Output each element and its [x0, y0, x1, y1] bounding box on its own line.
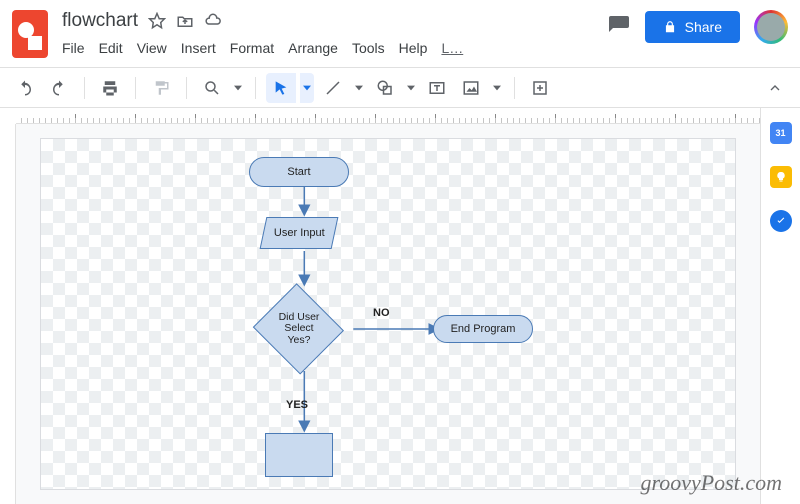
menu-insert[interactable]: Insert	[181, 40, 216, 56]
tasks-addon-icon[interactable]	[770, 210, 792, 232]
menu-edit[interactable]: Edit	[99, 40, 123, 56]
drawing-canvas[interactable]: Start User Input Did User Select Yes? NO…	[40, 138, 736, 490]
select-tool-dropdown[interactable]	[300, 73, 314, 103]
insert-comment-button[interactable]	[525, 73, 555, 103]
document-title[interactable]: flowchart	[62, 10, 138, 32]
lock-icon	[663, 20, 677, 34]
line-tool-dropdown[interactable]	[352, 73, 366, 103]
comments-icon[interactable]	[607, 14, 631, 41]
horizontal-ruler[interactable]	[16, 108, 760, 124]
toolbar-separator	[135, 77, 136, 99]
title-area: flowchart File Edit View Insert Format A…	[62, 6, 607, 56]
image-tool[interactable]	[456, 73, 486, 103]
header-right: Share	[607, 10, 788, 44]
flow-input-label: User Input	[274, 227, 325, 240]
line-tool[interactable]	[318, 73, 348, 103]
flow-decision[interactable]: Did User Select Yes?	[251, 285, 347, 373]
cloud-status-icon[interactable]	[204, 12, 222, 30]
account-avatar[interactable]	[754, 10, 788, 44]
flow-input[interactable]: User Input	[260, 217, 339, 249]
flow-next-process[interactable]	[265, 433, 333, 477]
menu-file[interactable]: File	[62, 40, 85, 56]
canvas-container: Start User Input Did User Select Yes? NO…	[16, 124, 760, 504]
paint-format-button[interactable]	[146, 73, 176, 103]
edge-yes-label: YES	[286, 399, 308, 411]
workspace: Start User Input Did User Select Yes? NO…	[0, 108, 760, 504]
star-icon[interactable]	[148, 12, 166, 30]
title-row: flowchart	[62, 6, 607, 36]
side-panel: 31	[760, 108, 800, 504]
flow-decision-label: Did User Select Yes?	[279, 312, 320, 347]
redo-button[interactable]	[44, 73, 74, 103]
toolbar-separator	[186, 77, 187, 99]
app-header: flowchart File Edit View Insert Format A…	[0, 0, 800, 68]
calendar-addon-icon[interactable]: 31	[770, 122, 792, 144]
menu-help[interactable]: Help	[399, 40, 428, 56]
flow-start[interactable]: Start	[249, 157, 349, 187]
vertical-ruler[interactable]	[0, 124, 16, 504]
collapse-toolbar-button[interactable]	[760, 73, 790, 103]
menu-format[interactable]: Format	[230, 40, 274, 56]
textbox-tool[interactable]	[422, 73, 452, 103]
edge-no-label: NO	[373, 307, 390, 319]
menu-view[interactable]: View	[137, 40, 167, 56]
flow-start-label: Start	[287, 166, 310, 179]
toolbar	[0, 68, 800, 108]
menu-bar: File Edit View Insert Format Arrange Too…	[62, 40, 607, 56]
zoom-dropdown[interactable]	[231, 73, 245, 103]
move-to-folder-icon[interactable]	[176, 12, 194, 30]
select-tool[interactable]	[266, 73, 296, 103]
menu-arrange[interactable]: Arrange	[288, 40, 338, 56]
undo-button[interactable]	[10, 73, 40, 103]
share-button[interactable]: Share	[645, 11, 740, 43]
toolbar-separator	[255, 77, 256, 99]
menu-last-edit[interactable]: L…	[441, 40, 463, 56]
shape-tool-dropdown[interactable]	[404, 73, 418, 103]
menu-tools[interactable]: Tools	[352, 40, 385, 56]
toolbar-separator	[84, 77, 85, 99]
keep-addon-icon[interactable]	[770, 166, 792, 188]
toolbar-separator	[514, 77, 515, 99]
zoom-button[interactable]	[197, 73, 227, 103]
print-button[interactable]	[95, 73, 125, 103]
drawings-app-icon[interactable]	[12, 10, 48, 58]
shape-tool[interactable]	[370, 73, 400, 103]
share-button-label: Share	[685, 19, 722, 35]
image-tool-dropdown[interactable]	[490, 73, 504, 103]
flow-end[interactable]: End Program	[433, 315, 533, 343]
flow-end-label: End Program	[451, 323, 516, 336]
